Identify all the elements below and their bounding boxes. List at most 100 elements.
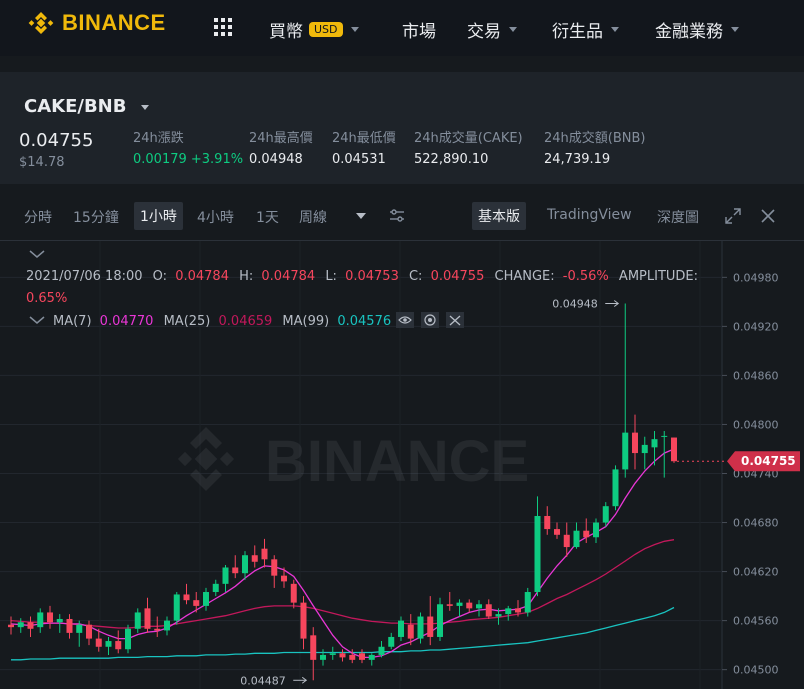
candle[interactable] — [573, 522, 580, 549]
candle-body — [8, 624, 14, 628]
candle[interactable] — [27, 616, 34, 637]
candle[interactable] — [505, 605, 512, 621]
candle-body — [427, 616, 434, 637]
interval-1h[interactable]: 1小時 — [134, 202, 183, 230]
nav-trade-label: 交易 — [467, 22, 501, 42]
candle[interactable] — [417, 612, 424, 644]
candle[interactable] — [261, 538, 268, 568]
candle[interactable] — [47, 605, 53, 629]
candle[interactable] — [534, 496, 541, 597]
nav-markets[interactable]: 市場 — [402, 17, 436, 42]
candle[interactable] — [329, 646, 336, 660]
candle[interactable] — [290, 579, 297, 609]
settings-sliders-icon[interactable] — [389, 208, 405, 224]
fullscreen-icon[interactable] — [725, 208, 741, 224]
interval-line[interactable]: 分時 — [24, 207, 52, 227]
candle[interactable] — [339, 649, 346, 662]
current-price-label: 0.04755 — [741, 454, 796, 468]
candle[interactable] — [612, 465, 619, 511]
candle[interactable] — [105, 636, 112, 655]
view-basic[interactable]: 基本版 — [472, 202, 526, 230]
candle[interactable] — [203, 587, 209, 611]
candlestick-chart[interactable]: BINANCE 0.04500 0.04560 0.04620 0.04680 0.04… — [0, 241, 804, 689]
candle[interactable] — [164, 616, 170, 636]
candle[interactable] — [544, 506, 551, 535]
candle[interactable] — [232, 555, 239, 579]
ma25-path — [10, 539, 675, 629]
candle[interactable] — [427, 596, 434, 646]
candle[interactable] — [485, 599, 492, 619]
chevron-down-icon[interactable] — [29, 250, 45, 258]
stat-label-low: 24h最低價 — [332, 131, 396, 146]
nav-finance[interactable]: 金融業務 — [655, 17, 739, 42]
interval-4h[interactable]: 4小時 — [197, 207, 234, 227]
candle-body — [242, 555, 248, 574]
more-intervals-icon[interactable] — [356, 212, 366, 220]
candle[interactable] — [622, 303, 629, 478]
view-depth[interactable]: 深度圖 — [657, 207, 699, 227]
candle[interactable] — [368, 653, 375, 666]
candle[interactable] — [66, 614, 73, 639]
binance-logo[interactable]: BINANCE — [28, 10, 166, 36]
close-icon[interactable] — [446, 312, 464, 328]
candle[interactable] — [212, 579, 219, 597]
candle[interactable] — [125, 624, 131, 654]
candle[interactable] — [8, 616, 14, 635]
chevron-down-icon — [509, 27, 517, 32]
nav-derivatives[interactable]: 衍生品 — [552, 17, 619, 42]
candle-body — [144, 608, 151, 629]
candle-body — [76, 624, 83, 633]
ma25-label: MA(25) — [164, 314, 211, 329]
candle[interactable] — [456, 599, 463, 617]
candle[interactable] — [388, 632, 395, 650]
candle[interactable] — [671, 437, 677, 463]
candle[interactable] — [242, 551, 248, 580]
nav-finance-label: 金融業務 — [655, 22, 723, 42]
stat-value-high: 0.04948 — [249, 152, 303, 167]
candle[interactable] — [359, 649, 365, 664]
candle[interactable] — [466, 599, 473, 613]
candle[interactable] — [222, 565, 229, 593]
candle[interactable] — [476, 600, 482, 617]
candle[interactable] — [524, 587, 531, 617]
interval-1w[interactable]: 周線 — [299, 207, 327, 227]
eye-icon[interactable] — [396, 312, 414, 328]
candle[interactable] — [437, 597, 443, 642]
interval-15m[interactable]: 15分鐘 — [73, 207, 119, 227]
candle[interactable] — [632, 414, 638, 470]
candle-body — [17, 622, 24, 628]
candle[interactable] — [144, 597, 151, 633]
ma25-line — [10, 539, 675, 629]
nav-trade[interactable]: 交易 — [467, 17, 517, 42]
candle[interactable] — [310, 627, 317, 681]
candle[interactable] — [37, 608, 44, 633]
view-tradingview[interactable]: TradingView — [547, 207, 632, 223]
candle[interactable] — [300, 596, 307, 650]
trading-pair[interactable]: CAKE/BNB — [24, 96, 126, 117]
ma-collapse-chevron-icon[interactable] — [29, 316, 45, 324]
last-price: 0.04755 — [19, 130, 94, 151]
pair-dropdown-icon[interactable] — [141, 105, 149, 110]
candle[interactable] — [554, 522, 560, 539]
candle[interactable] — [173, 592, 180, 625]
candle-body — [115, 641, 122, 650]
interval-1d[interactable]: 1天 — [256, 207, 279, 227]
settings-icon[interactable] — [421, 312, 439, 328]
candle[interactable] — [320, 649, 326, 666]
candle-body — [378, 646, 385, 655]
candle[interactable] — [183, 583, 190, 605]
close-icon[interactable] — [761, 209, 775, 223]
y-tick-label: 0.04920 — [733, 320, 779, 333]
candle-body — [651, 439, 658, 448]
apps-grid-icon[interactable] — [213, 17, 233, 37]
candle[interactable] — [134, 608, 141, 633]
candle[interactable] — [271, 555, 278, 588]
candle[interactable] — [641, 436, 648, 470]
usd-badge: USD — [309, 22, 343, 37]
candle[interactable] — [446, 592, 453, 611]
nav-buy-crypto[interactable]: 買幣 USD — [269, 17, 359, 42]
candle[interactable] — [86, 620, 92, 646]
candle[interactable] — [115, 630, 122, 654]
price-axis: 0.045000.045600.046200.046800.047400.048… — [722, 271, 779, 677]
candle[interactable] — [251, 545, 258, 568]
